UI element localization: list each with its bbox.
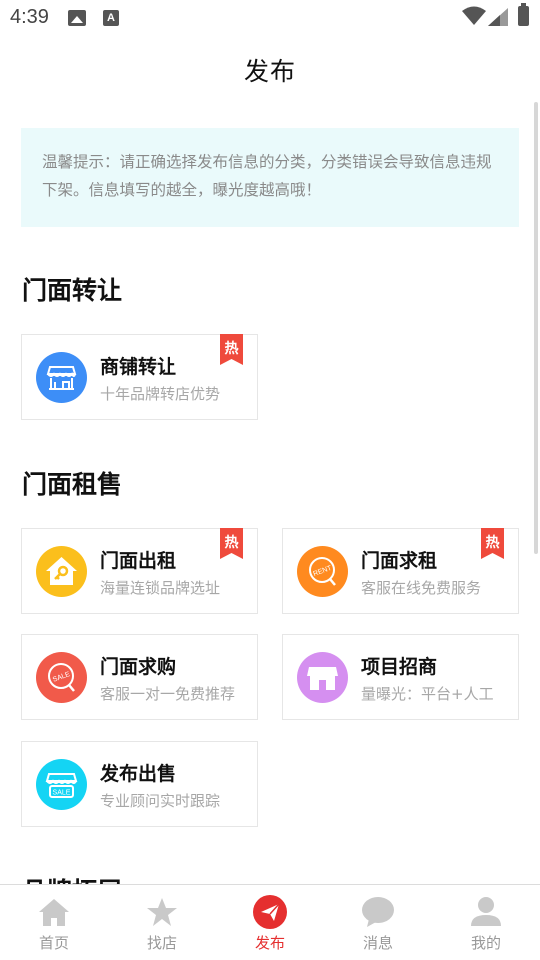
card-shop-transfer[interactable]: 商铺转让 十年品牌转店优势 热 <box>21 334 258 420</box>
star-icon <box>147 898 177 926</box>
a-icon: A <box>103 10 119 26</box>
message-icon <box>362 897 394 927</box>
section-title-transfer: 门面转让 <box>22 276 123 305</box>
card-desc: 十年品牌转店优势 <box>100 385 221 403</box>
tab-label: 我的 <box>470 934 501 952</box>
card-name: 门面求购 <box>100 656 177 678</box>
card-shop-rent-out[interactable]: 门面出租 海量连锁品牌选址 热 <box>21 528 258 614</box>
tab-messages[interactable]: 消息 <box>324 885 432 960</box>
card-desc: 海量连锁品牌选址 <box>100 579 221 597</box>
person-icon <box>471 897 501 926</box>
hot-badge-label: 热 <box>224 341 239 357</box>
signal-icon <box>488 8 508 26</box>
app-header: 发布 <box>0 38 540 100</box>
tab-label: 消息 <box>362 934 393 952</box>
card-investment[interactable]: 项目招商 量曝光：平台+人工 <box>282 634 519 720</box>
hot-badge-label: 热 <box>224 535 239 551</box>
house-key-icon <box>36 546 87 597</box>
card-desc: 客服在线免费服务 <box>361 579 482 597</box>
page-title: 发布 <box>243 57 296 86</box>
tab-label: 找店 <box>146 934 177 952</box>
tab-profile[interactable]: 我的 <box>432 885 540 960</box>
tab-label: 首页 <box>38 934 69 952</box>
scrollbar[interactable] <box>534 102 538 554</box>
card-name: 门面出租 <box>100 550 177 572</box>
card-desc: 量曝光：平台+人工 <box>361 685 494 703</box>
shop-icon <box>297 652 348 703</box>
card-desc: 专业顾问实时跟踪 <box>100 792 221 810</box>
hot-badge: 热 <box>220 528 243 559</box>
tab-label: 发布 <box>254 934 285 952</box>
status-time: 4:39 <box>10 6 49 28</box>
hot-badge: 热 <box>481 528 504 559</box>
send-icon <box>253 895 287 929</box>
rent-tag-icon: RENT <box>297 546 348 597</box>
hot-badge-label: 热 <box>485 535 500 551</box>
card-name: 发布出售 <box>100 763 177 785</box>
card-publish-sale[interactable]: SALE 发布出售 专业顾问实时跟踪 <box>21 741 258 827</box>
tip-banner: 温馨提示：请正确选择发布信息的分类，分类错误会导致信息违规下架。信息填写的越全，… <box>21 128 519 227</box>
gallery-icon <box>68 10 86 26</box>
battery-icon <box>518 3 529 26</box>
sale-icon-text: SALE <box>53 790 71 797</box>
card-name: 项目招商 <box>361 656 438 678</box>
hot-badge: 热 <box>220 334 243 365</box>
card-shop-wanted-rent[interactable]: RENT 门面求租 客服在线免费服务 热 <box>282 528 519 614</box>
sale-shop-icon: SALE <box>36 759 87 810</box>
status-bar: 4:39 A <box>0 0 540 38</box>
rent-icon-text: RENT <box>312 565 333 578</box>
tab-find-shop[interactable]: 找店 <box>108 885 216 960</box>
sale-icon-text: SALE <box>52 671 72 684</box>
card-name: 门面求租 <box>361 550 438 572</box>
sale-tag-icon: SALE <box>36 652 87 703</box>
card-name: 商铺转让 <box>100 356 177 378</box>
wifi-icon <box>462 6 486 25</box>
section-title-rent-sale: 门面租售 <box>22 470 123 499</box>
card-desc: 客服一对一免费推荐 <box>100 685 236 703</box>
card-shop-wanted-buy[interactable]: SALE 门面求购 客服一对一免费推荐 <box>21 634 258 720</box>
bottom-tab-bar: 首页 找店 发布 消息 我的 <box>0 884 540 960</box>
storefront-icon <box>36 352 87 403</box>
tab-publish[interactable]: 发布 <box>216 885 324 960</box>
tab-home[interactable]: 首页 <box>0 885 108 960</box>
home-icon <box>39 899 69 926</box>
tip-text: 温馨提示：请正确选择发布信息的分类，分类错误会导致信息违规下架。信息填写的越全，… <box>42 153 492 199</box>
